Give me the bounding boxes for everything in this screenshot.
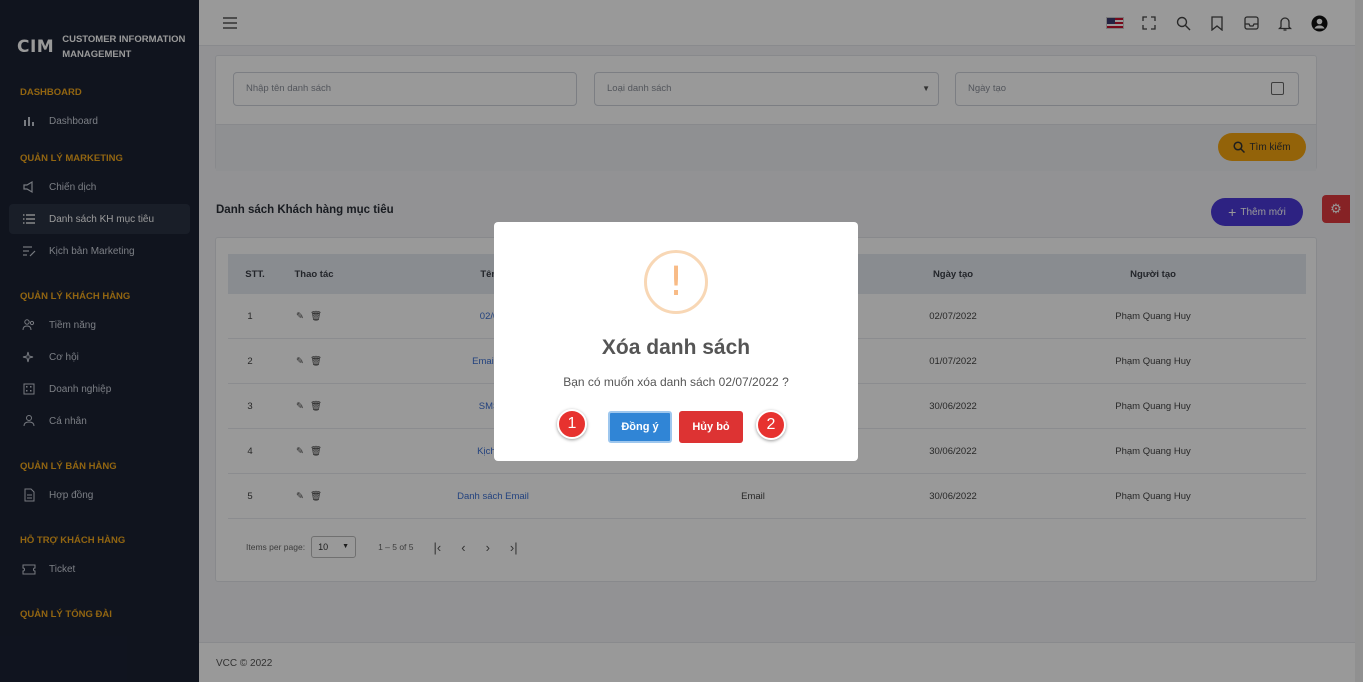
cancel-button[interactable]: Hủy bỏ: [679, 411, 743, 443]
delete-confirm-dialog: ! Xóa danh sách Bạn có muốn xóa danh sác…: [494, 222, 858, 461]
dialog-message: Bạn có muốn xóa danh sách 02/07/2022 ?: [563, 375, 789, 389]
warning-icon: !: [644, 250, 708, 314]
dialog-title: Xóa danh sách: [601, 336, 751, 359]
step-marker-2: 2: [756, 410, 786, 440]
step-marker-1: 1: [557, 409, 587, 439]
confirm-button[interactable]: Đồng ý: [608, 411, 672, 443]
